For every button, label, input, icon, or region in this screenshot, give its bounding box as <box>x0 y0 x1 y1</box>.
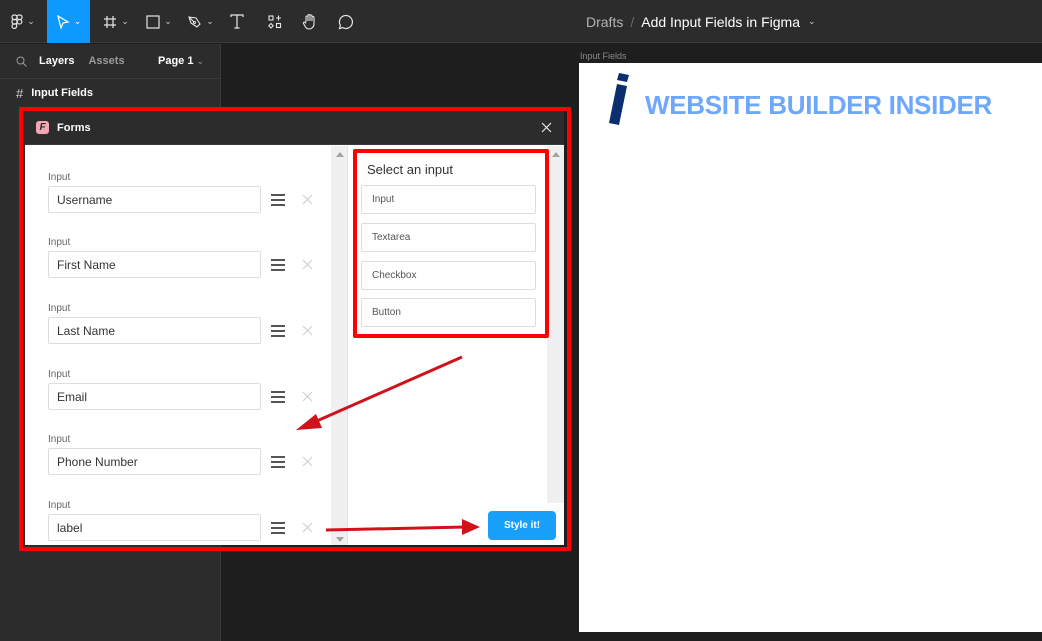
frame-icon: # <box>16 85 24 101</box>
hand-icon <box>302 13 315 30</box>
shape-tool-button[interactable]: ⌄ <box>143 0 175 43</box>
tab-layers[interactable]: Layers <box>39 55 74 67</box>
layer-item[interactable]: # Input Fields <box>0 79 220 107</box>
logo-i-icon <box>609 73 629 125</box>
top-toolbar: ⌄ ⌄ ⌄ ⌄ ⌄ Drafts / Add Input Fields in F… <box>0 0 1042 43</box>
cursor-icon <box>56 14 70 29</box>
page-selector[interactable]: Page 1 ⌄ <box>158 55 204 67</box>
plugin-highlight-box <box>19 107 571 551</box>
chevron-down-icon: ⌄ <box>73 16 82 26</box>
hash-frame-icon <box>104 15 117 28</box>
comment-tool-button[interactable] <box>335 0 357 43</box>
layer-name: Input Fields <box>31 87 93 99</box>
rectangle-icon <box>146 14 160 29</box>
comment-icon <box>338 14 354 29</box>
pen-icon <box>188 15 201 28</box>
text-tool-button[interactable] <box>226 0 248 43</box>
file-menu-chevron-icon[interactable]: ⌄ <box>808 16 816 27</box>
chevron-down-icon: ⌄ <box>206 16 214 26</box>
chevron-down-icon: ⌄ <box>164 16 172 26</box>
text-icon <box>230 14 244 29</box>
resources-tool-button[interactable] <box>264 0 286 43</box>
chevron-down-icon: ⌄ <box>27 16 35 26</box>
components-icon <box>268 14 282 29</box>
chevron-down-icon: ⌄ <box>196 56 204 66</box>
breadcrumb-separator: / <box>630 13 635 30</box>
tab-assets[interactable]: Assets <box>88 55 124 67</box>
canvas-frame[interactable]: WEBSITE BUILDER INSIDER <box>579 63 1042 632</box>
figma-editor: ⌄ ⌄ ⌄ ⌄ ⌄ Drafts / Add Input Fields in F… <box>0 0 1042 641</box>
breadcrumb: Drafts / Add Input Fields in Figma ⌄ <box>586 0 816 43</box>
logo-text: WEBSITE BUILDER INSIDER <box>645 90 993 120</box>
frame-label[interactable]: Input Fields <box>580 51 627 61</box>
chevron-down-icon: ⌄ <box>121 16 129 26</box>
breadcrumb-drafts-link[interactable]: Drafts <box>586 14 623 30</box>
hand-tool-button[interactable] <box>299 0 321 43</box>
figma-logo-icon <box>11 13 23 29</box>
pen-tool-button[interactable]: ⌄ <box>185 0 217 43</box>
file-name[interactable]: Add Input Fields in Figma <box>641 14 800 30</box>
search-icon[interactable] <box>16 56 27 67</box>
main-menu-button[interactable]: ⌄ <box>0 0 46 43</box>
move-tool-button[interactable]: ⌄ <box>47 0 90 43</box>
panel-tabs: Layers Assets Page 1 ⌄ <box>0 44 220 79</box>
frame-tool-button[interactable]: ⌄ <box>100 0 132 43</box>
page-selector-label: Page 1 <box>157 55 194 67</box>
